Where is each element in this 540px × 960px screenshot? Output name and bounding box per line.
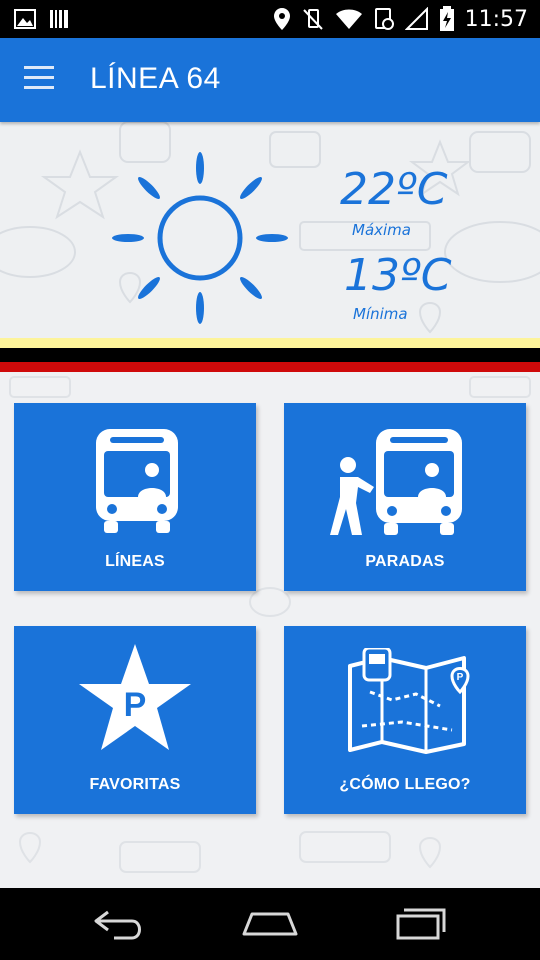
min-temperature: 13ºC [344,250,452,301]
battery-icon [439,6,454,31]
max-temperature-label: Máxima [352,221,411,239]
paradas-button[interactable]: PARADAS [284,403,526,591]
status-bar: 11:57 [0,0,540,38]
hamburger-menu-icon[interactable] [24,66,58,94]
vibrate-off-icon [302,9,323,30]
sun-icon [112,152,288,324]
como-llego-button[interactable]: P ¿CÓMO LLEGO? [284,626,526,814]
route-map-icon: P [348,648,470,754]
home-icon[interactable] [240,906,300,942]
como-llego-label: ¿CÓMO LLEGO? [339,776,471,793]
navigation-bar [0,888,540,960]
min-temperature-label: Mínima [353,305,408,323]
flag-stripe-red [0,362,540,372]
status-time: 11:57 [464,6,528,32]
image-icon [14,9,36,29]
wifi-icon [335,9,362,29]
favoritas-button[interactable]: P FAVORITAS [14,626,256,814]
recents-icon[interactable] [394,906,450,942]
svg-text:P: P [124,686,147,724]
barcode-icon [50,10,68,28]
max-temperature: 22ºC [340,164,448,215]
paradas-label: PARADAS [365,553,445,570]
flag-stripe-yellow [0,338,540,348]
star-parking-icon: P [79,644,191,750]
main-menu-grid: LÍNEAS PARADAS P FAVORITAS P ¿CÓMO LLEGO… [0,372,540,888]
favoritas-label: FAVORITAS [89,776,181,793]
lineas-button[interactable]: LÍNEAS [14,403,256,591]
signal-icon [404,7,428,30]
app-bar: LÍNEA 64 [0,38,540,122]
flag-stripe-black [0,348,540,362]
bus-stop-icon [330,429,462,535]
data-saver-icon [374,8,394,30]
svg-text:P: P [457,672,464,683]
lineas-label: LÍNEAS [105,553,165,570]
bus-icon [96,429,178,533]
location-icon [273,8,290,30]
back-icon[interactable] [92,906,148,942]
weather-panel: 22ºC Máxima 13ºC Mínima [0,122,540,338]
page-title: LÍNEA 64 [90,62,221,95]
